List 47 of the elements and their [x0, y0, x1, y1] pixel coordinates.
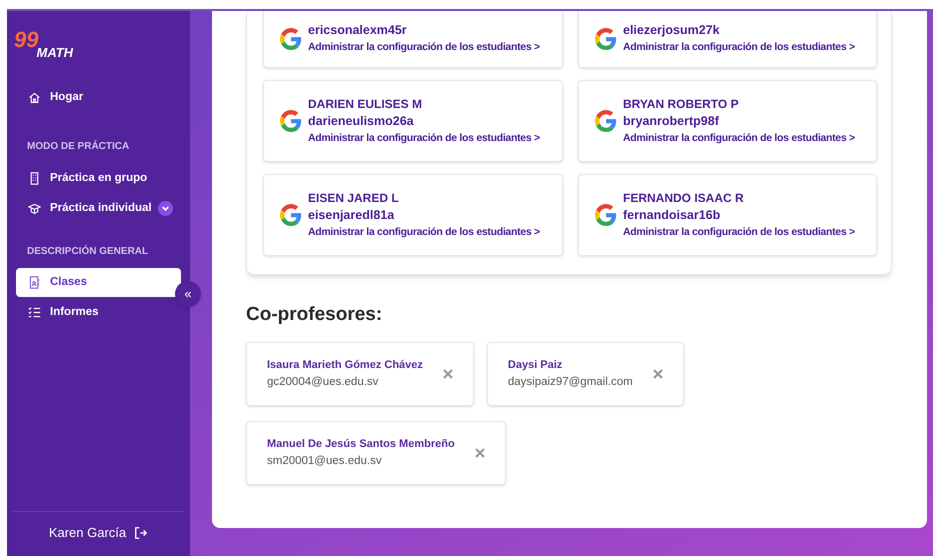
manage-link[interactable]: Administrar la configuración de los estudiantes >	[308, 130, 540, 146]
google-icon	[280, 204, 302, 226]
section-heading: DESCRIPCIÓN GENERAL	[26, 244, 150, 259]
google-icon	[280, 28, 302, 50]
manage-link[interactable]: Administrar la configuración de los estudiantes >	[308, 39, 540, 56]
student-username: bryanrobertp98f	[623, 112, 720, 130]
student-name: DARIEN EULISES M	[308, 96, 424, 112]
home-icon	[28, 91, 41, 104]
manage-link[interactable]: Administrar la configuración de los estudiantes >	[623, 130, 855, 146]
nav-item[interactable]: Hogar	[16, 83, 181, 112]
close-icon[interactable]	[474, 448, 485, 458]
section-heading: MODO DE PRÁCTICA	[26, 139, 130, 154]
checklist-icon	[28, 306, 41, 319]
student-username: eliezerjosum27k	[623, 22, 721, 39]
coteacher-email: gc20004@ues.edu.sv	[267, 374, 380, 390]
manage-link[interactable]: Administrar la configuración de los estudiantes >	[308, 224, 540, 240]
nav-item[interactable]: Clases	[16, 268, 181, 297]
logout-icon[interactable]	[134, 526, 148, 540]
close-icon[interactable]	[652, 368, 663, 378]
student-name: EISEN JARED L	[308, 190, 400, 206]
coteacher-email: daysipaiz97@gmail.com	[508, 374, 633, 390]
student-username: eisenjaredl81a	[308, 206, 396, 224]
google-icon	[595, 204, 617, 226]
manage-link[interactable]: Administrar la configuración de los estudiantes >	[623, 39, 855, 56]
coteacher-email: sm20001@ues.edu.sv	[267, 454, 383, 468]
building-icon	[28, 172, 41, 185]
collapse-button[interactable]: «	[175, 281, 201, 307]
coteacher-name: Isaura Marieth Gómez Chávez	[267, 358, 423, 372]
contact-card-icon	[28, 276, 41, 289]
chevron-icon[interactable]	[158, 201, 173, 216]
student-name: FERNANDO ISAAC R	[623, 190, 745, 206]
manage-link[interactable]: Administrar la configuración de los estudiantes >	[623, 224, 855, 240]
student-username: darieneulismo26a	[308, 112, 415, 130]
google-icon	[595, 110, 617, 132]
student-name: BRYAN ROBERTO P	[623, 96, 740, 112]
user-name: Karen García	[48, 524, 126, 542]
close-icon[interactable]	[442, 368, 453, 378]
nav-item[interactable]: Práctica en grupo	[16, 164, 181, 193]
student-username: fernandoisar16b	[623, 206, 722, 224]
graduation-cap-icon	[28, 202, 41, 215]
coteacher-name: Daysi Paiz	[508, 358, 564, 372]
nav-item[interactable]: Práctica individual	[16, 194, 181, 223]
coteacher-name: Manuel De Jesús Santos Membreño	[267, 436, 455, 452]
student-username: ericsonalexm45r	[308, 22, 408, 39]
section-heading: Co-profesores:	[246, 303, 384, 327]
google-icon	[595, 28, 617, 50]
google-icon	[280, 110, 302, 132]
